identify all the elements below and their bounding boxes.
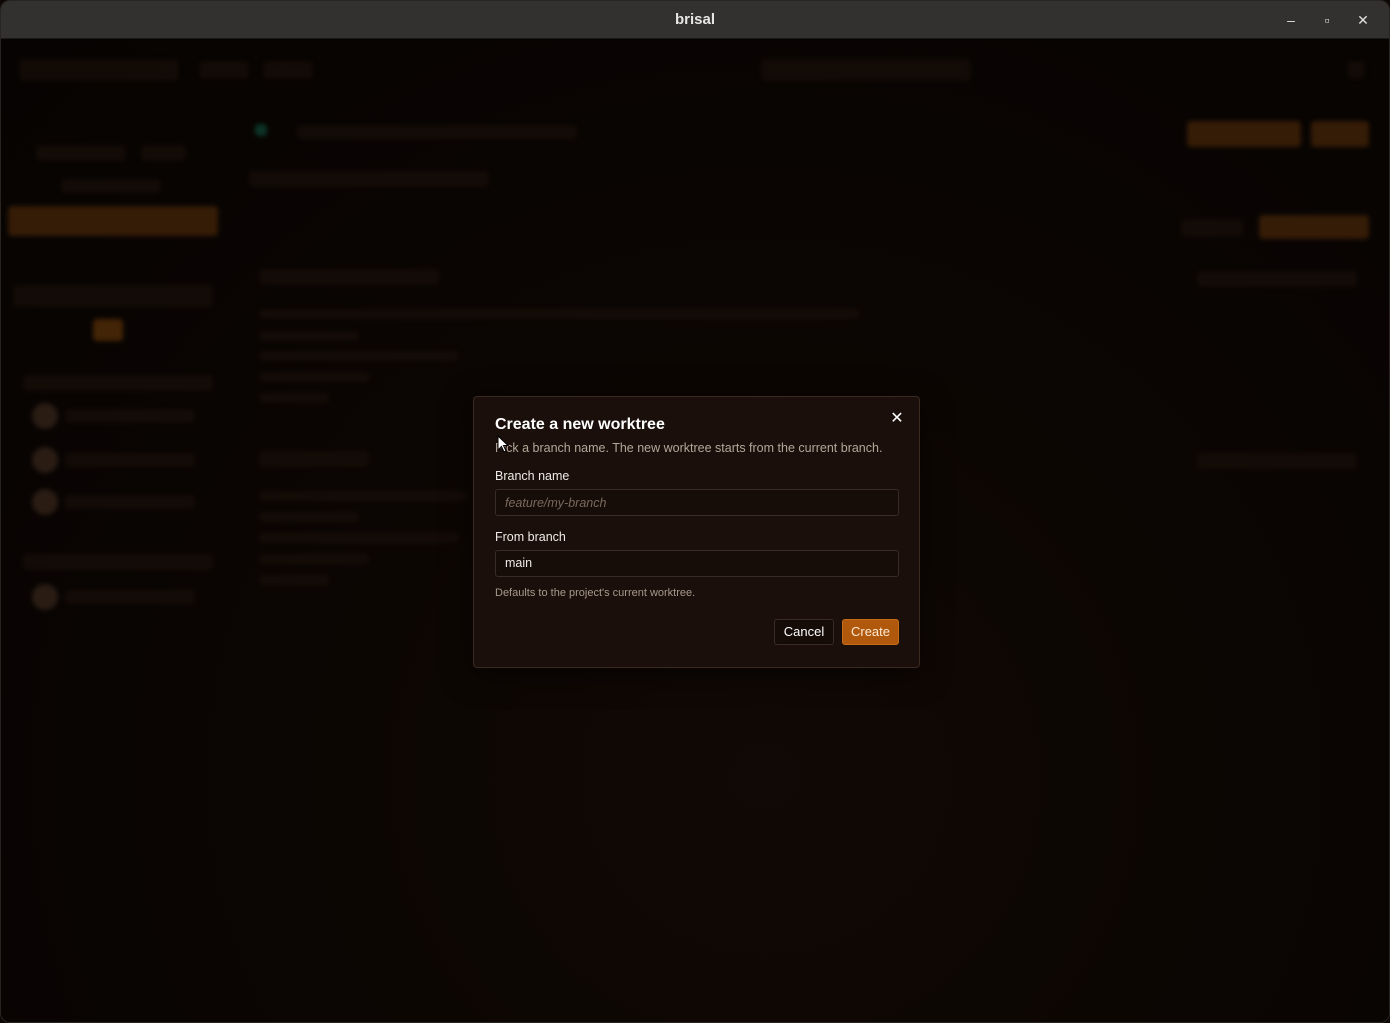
from-branch-input[interactable]: main: [495, 550, 899, 577]
branch-name-label: Branch name: [495, 469, 570, 483]
create-worktree-dialog: Create a new worktree Pick a branch name…: [473, 396, 920, 668]
app-window: brisal – ▫ ✕ Create a new worktree Pick …: [0, 0, 1390, 1023]
branch-name-input[interactable]: [495, 489, 899, 516]
app-content: Create a new worktree Pick a branch name…: [1, 39, 1389, 1022]
close-icon[interactable]: ✕: [887, 409, 907, 429]
maximize-button[interactable]: ▫: [1318, 11, 1336, 29]
from-branch-label: From branch: [495, 530, 566, 544]
dialog-subtitle: Pick a branch name. The new worktree sta…: [495, 441, 883, 455]
title-bar: brisal – ▫ ✕: [1, 1, 1389, 39]
cancel-button[interactable]: Cancel: [774, 619, 834, 645]
close-window-button[interactable]: ✕: [1354, 11, 1372, 29]
create-button[interactable]: Create: [842, 619, 899, 645]
from-branch-hint: Defaults to the project's current worktr…: [495, 587, 696, 599]
dialog-title: Create a new worktree: [495, 416, 665, 433]
window-title: brisal: [674, 11, 716, 28]
minimize-button[interactable]: –: [1282, 11, 1300, 29]
mouse-pointer-icon: [497, 435, 509, 453]
